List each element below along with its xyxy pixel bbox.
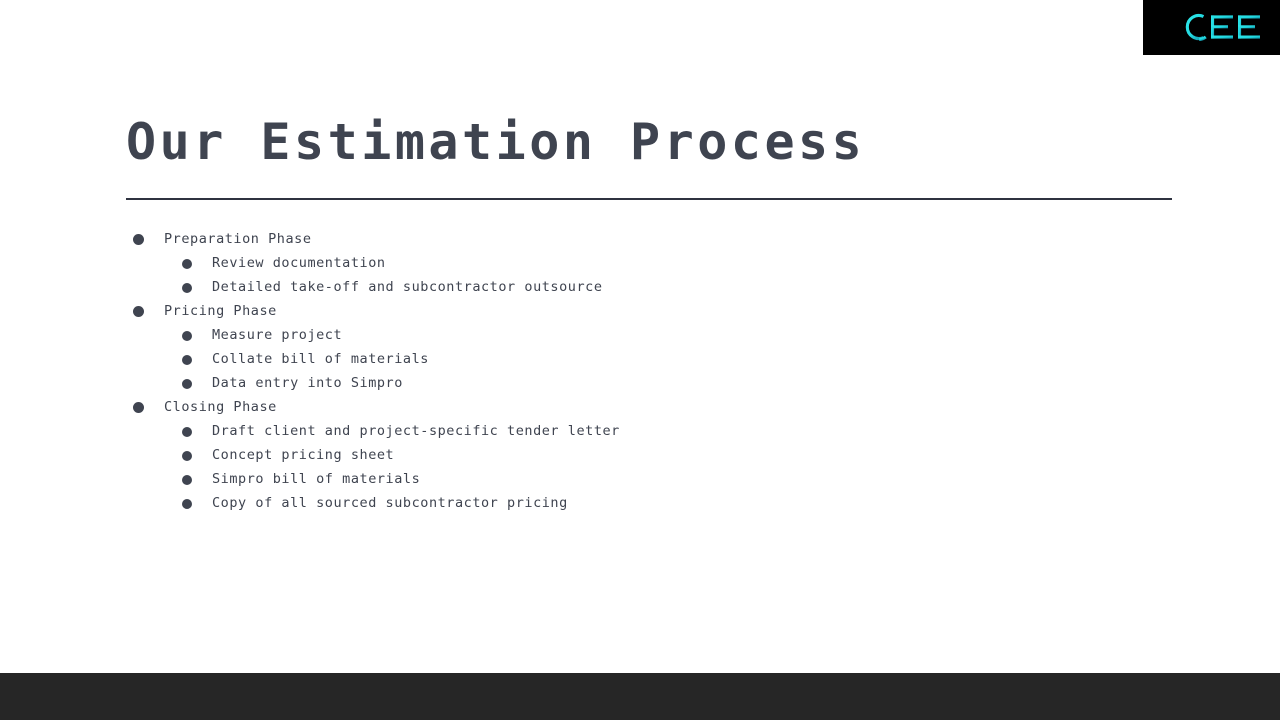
bullet-dot-icon — [182, 283, 192, 293]
bullet-dot-icon — [182, 499, 192, 509]
list-item-label: Pricing Phase — [164, 303, 277, 319]
list-item-label: Collate bill of materials — [212, 351, 429, 367]
process-bullet-list: Preparation Phase Review documentation Det… — [126, 228, 1126, 516]
list-item-label: Concept pricing sheet — [212, 447, 395, 463]
list-item: Detailed take-off and subcontractor outs… — [126, 276, 1126, 300]
list-item: Review documentation — [126, 252, 1126, 276]
bullet-dot-icon — [133, 402, 144, 413]
list-item: Collate bill of materials — [126, 348, 1126, 372]
list-item: Data entry into Simpro — [126, 372, 1126, 396]
bullet-dot-icon — [133, 234, 144, 245]
list-item: Copy of all sourced subcontractor pricin… — [126, 492, 1126, 516]
bullet-dot-icon — [182, 379, 192, 389]
list-item-label: Preparation Phase — [164, 231, 312, 247]
list-item-label: Closing Phase — [164, 399, 277, 415]
bullet-dot-icon — [182, 427, 192, 437]
bullet-dot-icon — [182, 259, 192, 269]
cee-logo-icon — [1180, 8, 1268, 46]
list-item-label: Review documentation — [212, 255, 386, 271]
list-item: Draft client and project-specific tender… — [126, 420, 1126, 444]
title-divider — [126, 198, 1172, 200]
list-item: Preparation Phase — [126, 228, 1126, 252]
list-item: Pricing Phase — [126, 300, 1126, 324]
bullet-dot-icon — [182, 451, 192, 461]
bullet-dot-icon — [182, 331, 192, 341]
footer-bar — [0, 673, 1280, 720]
list-item-label: Detailed take-off and subcontractor outs… — [212, 279, 603, 295]
list-item-label: Draft client and project-specific tender… — [212, 423, 620, 439]
list-item: Closing Phase — [126, 396, 1126, 420]
bullet-dot-icon — [182, 355, 192, 365]
list-item-label: Data entry into Simpro — [212, 375, 403, 391]
bullet-dot-icon — [182, 475, 192, 485]
list-item-label: Copy of all sourced subcontractor pricin… — [212, 495, 568, 511]
list-item: Measure project — [126, 324, 1126, 348]
page-title: Our Estimation Process — [126, 113, 866, 171]
list-item: Concept pricing sheet — [126, 444, 1126, 468]
logo-plate — [1143, 0, 1280, 55]
bullet-dot-icon — [133, 306, 144, 317]
list-item-label: Simpro bill of materials — [212, 471, 421, 487]
list-item: Simpro bill of materials — [126, 468, 1126, 492]
slide-canvas: Our Estimation Process Preparation Phase… — [0, 0, 1280, 720]
list-item-label: Measure project — [212, 327, 343, 343]
